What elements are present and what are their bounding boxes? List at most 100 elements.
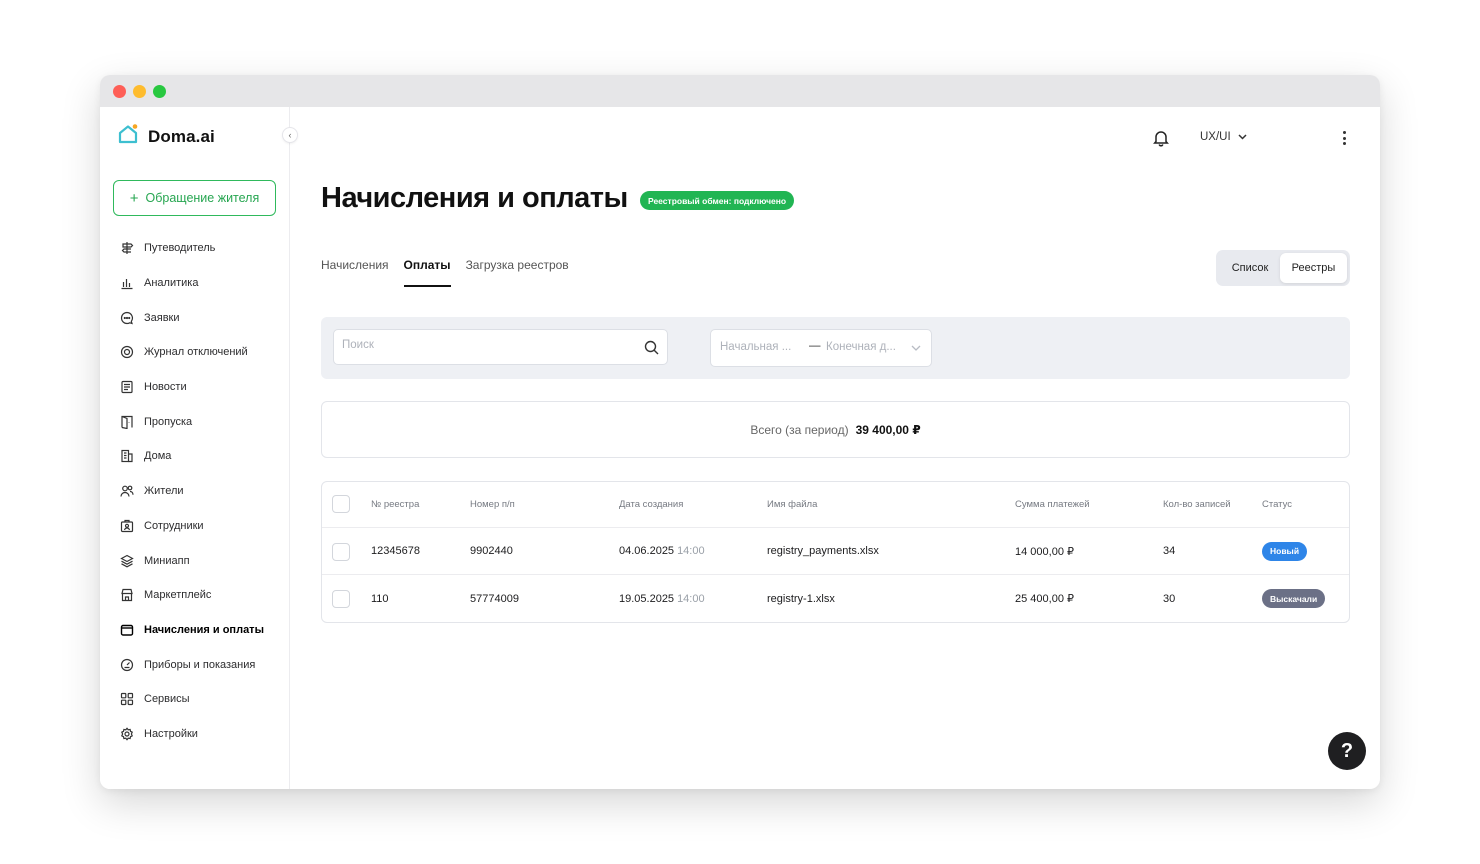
signpost-icon [120,241,134,255]
total-label: Всего (за период) [750,422,849,437]
date-value: 19.05.2025 [619,592,675,605]
page-title: Начисления и оплаты [321,182,628,214]
row-checkbox[interactable] [332,590,350,608]
cell-payments-amount: 14 000,00 ₽ [1015,545,1074,558]
window-titlebar [100,75,1380,107]
status-badge: Новый [1262,541,1308,561]
sidebar-item-label: Журнал отключений [144,346,248,359]
sidebar-item-marketplace[interactable]: Маркетплейс [100,578,290,613]
sidebar-item-accruals-payments[interactable]: Начисления и оплаты [100,613,290,648]
cell-records-count: 34 [1163,545,1176,557]
kebab-dot [1342,131,1346,134]
disconnect-log-icon [120,345,134,359]
search-icon[interactable] [644,340,659,360]
total-value: 39 400,00 ₽ [855,422,921,437]
sidebar-item-residents[interactable]: Жители [100,474,290,509]
table-row[interactable]: 12345678 9902440 04.06.2025 14:00 regist… [322,528,1349,575]
cell-records-count: 30 [1163,592,1176,605]
sidebar-item-news[interactable]: Новости [100,370,290,405]
maximize-window-button[interactable] [153,85,166,98]
close-window-button[interactable] [113,85,126,98]
tab-accruals[interactable]: Начисления [321,258,389,280]
more-options-button[interactable] [1342,131,1346,145]
view-toggle: Список Реестры [1216,250,1350,286]
table-header-row: № реестра Номер п/п Дата создания Имя фа… [322,482,1349,528]
sidebar-item-houses[interactable]: Дома [100,439,290,474]
cell-pp-no: 9902440 [470,545,513,557]
chevron-down-icon [1238,131,1247,143]
select-all-checkbox[interactable] [332,495,350,513]
user-name: UX/UI [1200,131,1231,143]
header-status[interactable]: Статус [1262,482,1292,527]
tab-payments[interactable]: Оплаты [403,258,451,287]
grid-icon [120,692,134,706]
app-name: Doma.ai [148,126,215,146]
header-payments-amount[interactable]: Сумма платежей [1015,482,1090,527]
sidebar-item-miniapp[interactable]: Миниапп [100,543,290,578]
sidebar-item-services[interactable]: Сервисы [100,682,290,717]
sidebar-nav: Путеводитель Аналитика Заявки Журнал отк… [100,231,290,751]
table-row[interactable]: 110 57774009 19.05.2025 14:00 registry-1… [322,575,1349,622]
newspaper-icon [120,380,134,394]
user-menu[interactable]: UX/UI [1200,131,1247,143]
help-button[interactable]: ? [1328,732,1366,770]
filter-bar: Начальная ... — Конечная д... [321,317,1350,379]
sidebar-item-label: Настройки [144,727,198,740]
search-field [333,329,668,365]
search-input[interactable] [342,339,632,351]
cell-registry-no: 110 [371,592,389,605]
sidebar-item-passes[interactable]: Пропуска [100,404,290,439]
header-registry-no[interactable]: № реестра [371,482,419,527]
collapse-sidebar-button[interactable]: ‹ [282,127,298,143]
building-icon [120,449,134,463]
sidebar-item-outage-log[interactable]: Журнал отключений [100,335,290,370]
cell-pp-no: 57774009 [470,592,519,605]
sidebar-item-analytics[interactable]: Аналитика [100,266,290,301]
date-value: 04.06.2025 [619,545,675,557]
time-value: 14:00 [677,545,705,557]
kebab-dot [1342,136,1346,140]
sidebar-item-guide[interactable]: Путеводитель [100,231,290,266]
cell-file-name: registry-1.xlsx [767,592,835,605]
sidebar: Doma.ai + Обращение жителя Путеводитель … [100,107,290,789]
sidebar-item-settings[interactable]: Настройки [100,717,290,752]
date-end-input[interactable]: Конечная д... [826,341,896,353]
cell-created-date: 04.06.2025 14:00 [619,528,705,574]
header-pp-no[interactable]: Номер п/п [470,482,515,527]
sidebar-item-meters[interactable]: Приборы и показания [100,647,290,682]
cell-status: Выскачали [1262,575,1326,622]
employee-badge-icon [120,519,134,533]
sidebar-item-label: Новости [144,381,187,394]
header-created-date[interactable]: Дата создания [619,482,683,527]
logo[interactable]: Doma.ai [118,124,215,149]
residents-icon [120,484,134,498]
gear-icon [120,727,134,741]
date-range-picker[interactable]: Начальная ... — Конечная д... [710,329,932,367]
resident-appeal-label: Обращение жителя [145,191,260,205]
house-logo-icon [118,124,138,149]
kebab-dot [1342,142,1346,145]
cell-payments-amount: 25 400,00 ₽ [1015,593,1074,605]
sidebar-item-label: Пропуска [144,415,193,428]
sidebar-item-employees[interactable]: Сотрудники [100,509,290,544]
sidebar-item-requests[interactable]: Заявки [100,300,290,335]
wallet-icon [120,623,134,637]
sidebar-item-label: Дома [144,450,172,463]
bell-icon [1152,131,1170,151]
status-badge: Выскачали [1262,589,1326,608]
layers-icon [120,554,134,568]
minimize-window-button[interactable] [133,85,146,98]
cell-file-name: registry_payments.xlsx [767,545,879,557]
view-list-button[interactable]: Список [1222,253,1278,283]
header-file-name[interactable]: Имя файла [767,482,817,527]
view-registries-button[interactable]: Реестры [1280,253,1347,283]
cell-registry-no: 12345678 [371,545,420,557]
sidebar-item-label: Жители [144,485,184,498]
sidebar-item-label: Сервисы [144,693,190,706]
notifications-button[interactable] [1152,129,1170,152]
header-records-count[interactable]: Кол-во записей [1163,482,1231,527]
resident-appeal-button[interactable]: + Обращение жителя [113,180,276,216]
row-checkbox[interactable] [332,543,350,561]
tab-registry-upload[interactable]: Загрузка реестров [466,258,569,280]
date-start-input[interactable]: Начальная ... [720,341,791,353]
